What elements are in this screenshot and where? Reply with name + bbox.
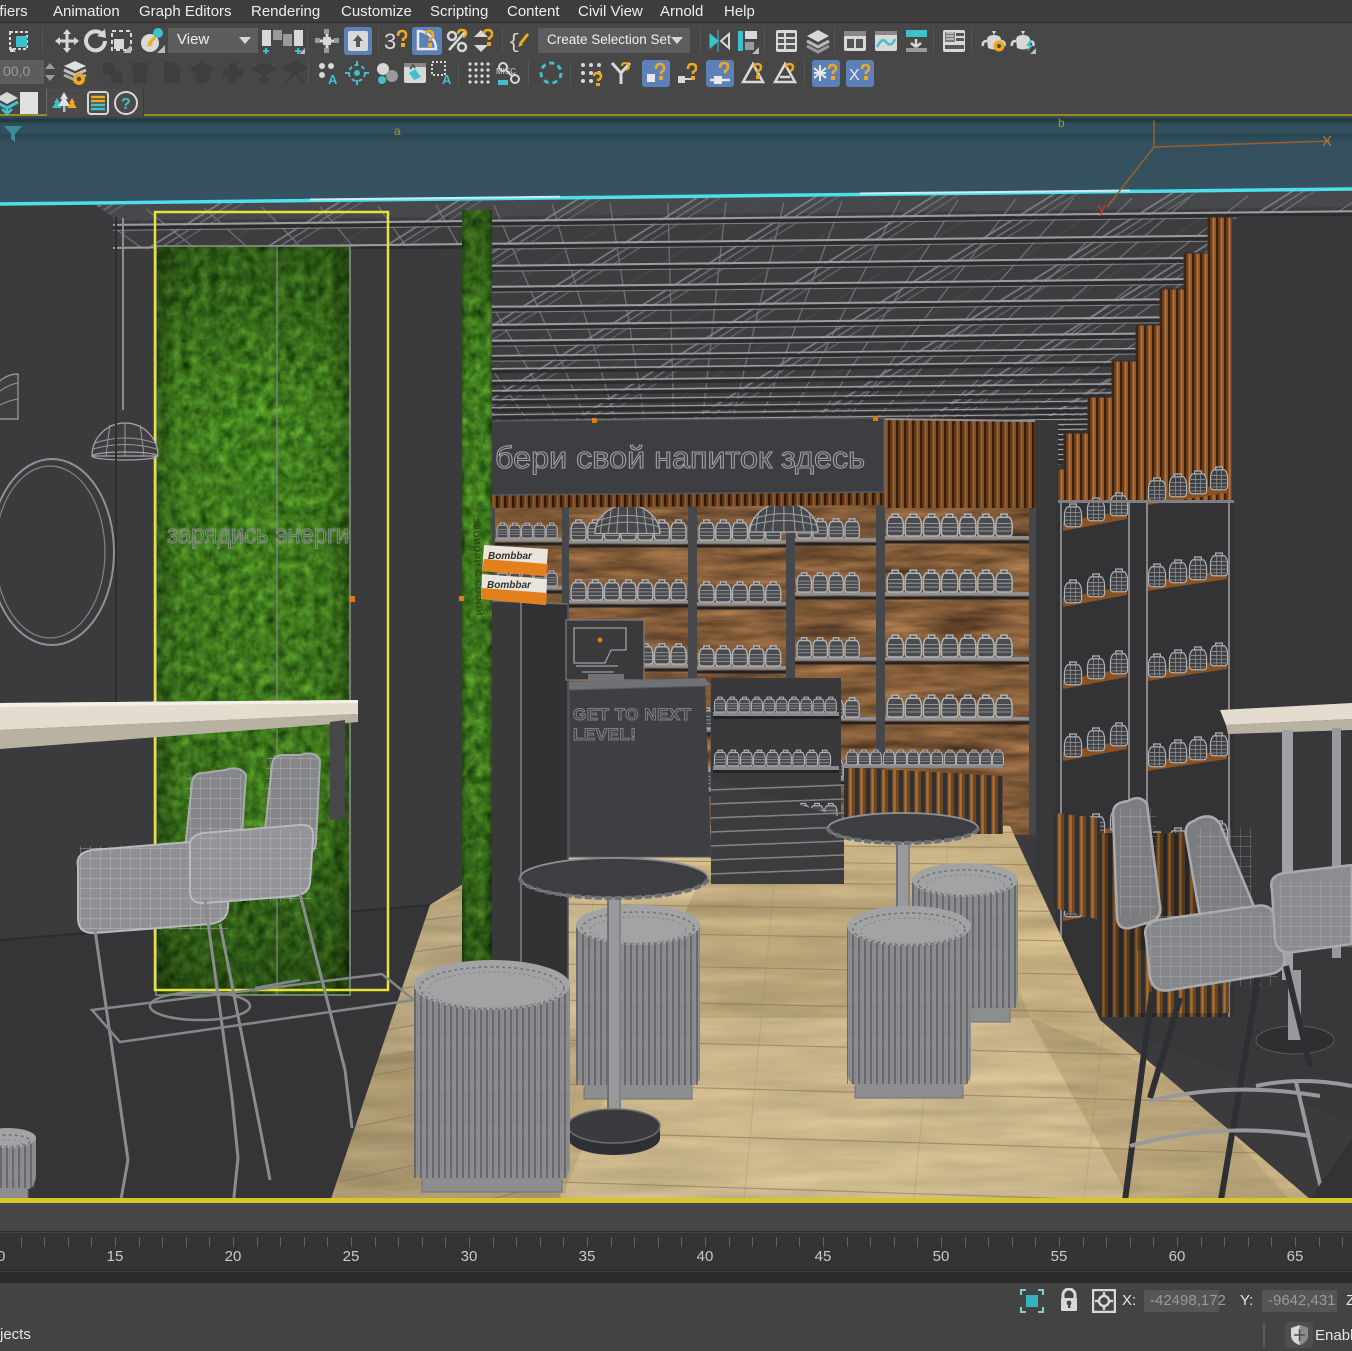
svg-text:X: X xyxy=(849,67,860,84)
svg-text:Bombbar: Bombbar xyxy=(487,580,532,591)
svg-text:Bombbar: Bombbar xyxy=(488,551,533,562)
svg-text:a: a xyxy=(394,124,401,138)
svg-text:y: y xyxy=(1098,200,1106,217)
svg-text:3: 3 xyxy=(384,29,396,54)
svg-text:X: X xyxy=(1322,133,1332,150)
svg-text:A: A xyxy=(442,72,452,86)
svg-text:b: b xyxy=(1058,118,1065,130)
svg-text:зарядись энерги: зарядись энерги xyxy=(167,519,349,549)
svg-text:LEVEL!: LEVEL! xyxy=(573,725,636,744)
svg-text:{: { xyxy=(508,32,520,54)
svg-text:GET TO NEXT: GET TO NEXT xyxy=(573,705,692,724)
svg-text:бери свой напиток здесь: бери свой напиток здесь xyxy=(495,440,865,475)
svg-text:?: ? xyxy=(121,96,131,113)
svg-text:MISC: MISC xyxy=(496,67,516,76)
svg-text:A: A xyxy=(328,72,338,86)
